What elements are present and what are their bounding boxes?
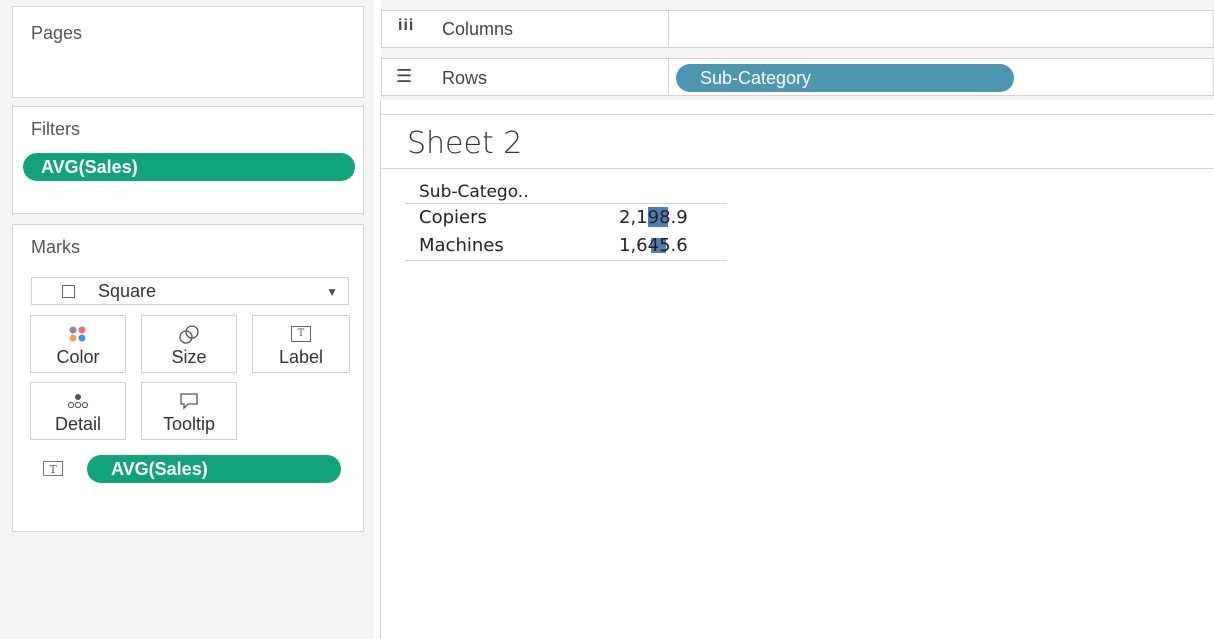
square-mark-icon (62, 285, 75, 298)
pages-card[interactable]: Pages (12, 6, 364, 98)
tooltip-button[interactable]: Tooltip (141, 382, 237, 440)
filters-card[interactable]: Filters AVG(Sales) (12, 106, 364, 214)
chevron-down-icon: ▼ (326, 285, 338, 299)
columns-label: Columns (442, 19, 514, 39)
size-label: Size (171, 347, 207, 367)
tooltip-label: Tooltip (162, 414, 216, 434)
table-bottom-line (405, 260, 727, 261)
text-mark-icon: T (43, 461, 63, 476)
columns-shelf-divider (668, 11, 669, 47)
text-label-icon: T (253, 322, 349, 346)
mark-type-label: Square (98, 281, 157, 301)
label-label: Label (278, 347, 324, 367)
column-header-sub-category[interactable]: Sub-Catego.. (419, 182, 529, 202)
sheet-title: Sheet 2 (407, 126, 523, 161)
filters-title: Filters (31, 119, 80, 139)
pages-title: Pages (31, 23, 83, 43)
detail-button[interactable]: Detail (30, 382, 126, 440)
tooltip-icon (142, 389, 236, 413)
row-value-copiers: 2,198.9 (619, 207, 688, 228)
marks-pill-avg-sales[interactable]: AVG(Sales) (87, 455, 341, 483)
size-button[interactable]: Size (141, 315, 237, 373)
marks-title: Marks (31, 237, 80, 257)
title-divider (381, 168, 1214, 169)
rows-label: Rows (442, 68, 488, 88)
rows-shelf-divider (668, 59, 669, 95)
columns-shelf[interactable]: iii Columns (381, 10, 1214, 48)
row-label-copiers: Copiers (419, 207, 487, 228)
mark-type-dropdown[interactable]: Square ▼ (31, 277, 349, 305)
label-button[interactable]: T Label (252, 315, 350, 373)
rows-pill-sub-category[interactable]: Sub-Category (676, 64, 1014, 92)
row-label-machines: Machines (419, 235, 504, 256)
header-line (405, 203, 727, 204)
filter-pill-avg-sales[interactable]: AVG(Sales) (23, 153, 355, 181)
color-label: Color (56, 347, 100, 367)
detail-icon (31, 389, 125, 413)
color-icon (31, 322, 125, 346)
detail-label: Detail (54, 414, 102, 434)
sheet-view: Sheet 2 Sub-Catego.. Copiers 2,198.9 Mac… (381, 100, 1214, 639)
size-icon (142, 322, 236, 346)
marks-card: Marks Square ▼ Color Size T Label Detail… (12, 224, 364, 532)
rows-icon: ☰ (396, 66, 413, 86)
rows-shelf[interactable]: ☰ Rows Sub-Category (381, 58, 1214, 96)
row-value-machines: 1,645.6 (619, 235, 688, 256)
color-button[interactable]: Color (30, 315, 126, 373)
columns-icon: iii (398, 17, 415, 34)
sheet-top-border (381, 114, 1214, 115)
